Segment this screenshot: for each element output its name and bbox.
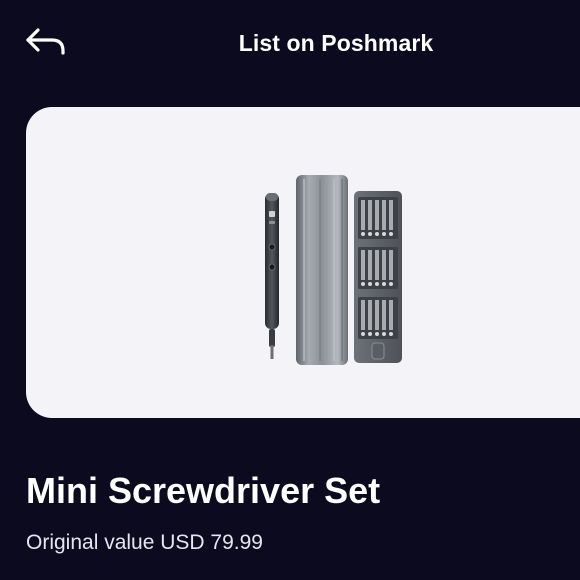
list-on-poshmark-screen: List on Poshmark Mini Screwdriver Set Or… [0,0,580,580]
product-title: Mini Screwdriver Set [26,470,381,511]
page-title: List on Poshmark [238,30,434,56]
screwdriver-set-image [265,175,402,365]
product-image-card[interactable] [26,107,580,418]
original-value: Original value USD 79.99 [26,531,263,554]
header: List on Poshmark [0,0,580,86]
